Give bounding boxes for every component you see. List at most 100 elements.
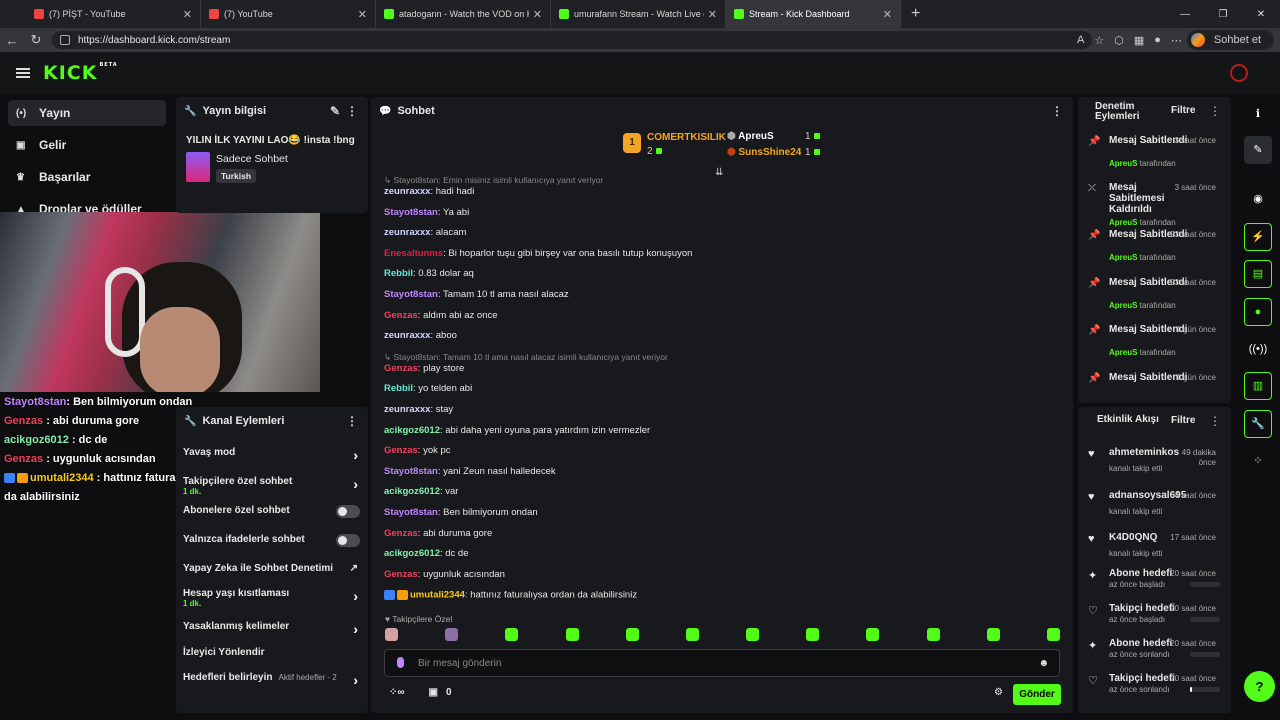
- mod-action-user[interactable]: ApreuS: [1109, 348, 1137, 357]
- chat-icon[interactable]: ●: [1244, 298, 1272, 326]
- more-options-icon[interactable]: ⋮: [1051, 104, 1063, 118]
- emote-icon[interactable]: [445, 628, 459, 641]
- camera-icon[interactable]: ◉: [1244, 185, 1272, 213]
- channel-action-4[interactable]: Yalnızca ifadelerle sohbet: [183, 534, 360, 547]
- chat-username[interactable]: acikgoz6012: [384, 548, 440, 559]
- chat-message[interactable]: acikgoz6012: var: [384, 487, 1064, 508]
- chevron-right-icon[interactable]: ›: [353, 621, 358, 637]
- chat-message[interactable]: Genzas: play store: [384, 363, 1064, 385]
- mod-action-user[interactable]: ApreuS: [1109, 159, 1137, 168]
- channel-action-2[interactable]: Takipçilere özel sohbet 1 dk. ›: [183, 476, 360, 496]
- leaderboard-first-name[interactable]: COMERTKISILIK: [647, 132, 726, 143]
- filter-button[interactable]: Filtre: [1171, 415, 1195, 426]
- tab-close-icon[interactable]: ✕: [708, 8, 717, 21]
- more-options-icon[interactable]: ⋮: [1209, 104, 1221, 118]
- new-tab-button[interactable]: +: [911, 5, 920, 23]
- tab-close-icon[interactable]: ✕: [883, 8, 892, 21]
- emote-icon[interactable]: [505, 628, 519, 641]
- chat-message[interactable]: zeunraxxx: aboo: [384, 331, 1064, 352]
- chat-username[interactable]: zeunraxxx: [384, 404, 430, 415]
- browser-tab[interactable]: umurafann Stream - Watch Live on ✕: [551, 0, 726, 28]
- toggle-switch[interactable]: [336, 505, 360, 518]
- channel-action-3[interactable]: Abonelere özel sohbet: [183, 505, 360, 518]
- leaderboard-second-name[interactable]: ApreuS: [738, 131, 774, 142]
- browser-tab[interactable]: Stream - Kick Dashboard ✕: [726, 0, 901, 28]
- emote-icon[interactable]: [746, 628, 760, 641]
- menu-icon[interactable]: [16, 68, 30, 78]
- channel-action-5[interactable]: Yapay Zeka ile Sohbet Denetimi ↗: [183, 563, 360, 574]
- chat-message[interactable]: Stayot8stan: Ben bilmiyorum ondan: [384, 507, 1064, 529]
- info-icon[interactable]: ℹ: [1244, 100, 1272, 128]
- close-window-icon[interactable]: ✕: [1242, 9, 1280, 20]
- chat-message[interactable]: acikgoz6012: dc de: [384, 549, 1064, 570]
- points-icon[interactable]: ⁘∞: [389, 687, 405, 698]
- browser-tab[interactable]: (7) YouTube ✕: [201, 0, 376, 28]
- browser-tab[interactable]: (7) PİŞT - YouTube ✕: [26, 0, 201, 28]
- tab-close-icon[interactable]: ✕: [533, 8, 542, 21]
- profile-icon[interactable]: ●: [1154, 34, 1161, 46]
- toggle-switch[interactable]: [336, 534, 360, 547]
- chat-message[interactable]: Stayot8stan: yani Zeun nasıl halledecek: [384, 466, 1064, 488]
- chevron-right-icon[interactable]: ›: [353, 476, 358, 492]
- document-icon[interactable]: ▤: [1244, 260, 1272, 288]
- emoji-icon[interactable]: ☻: [1038, 658, 1049, 669]
- emote-icon[interactable]: [685, 628, 699, 641]
- more-options-icon[interactable]: ⋮: [346, 414, 358, 428]
- chat-username[interactable]: Rebbil: [384, 383, 413, 394]
- read-aloud-icon[interactable]: A: [1077, 34, 1084, 46]
- chevron-right-icon[interactable]: ›: [353, 672, 358, 688]
- chat-username[interactable]: umutali2344: [410, 590, 465, 601]
- back-icon[interactable]: ←: [0, 33, 24, 48]
- tab-close-icon[interactable]: ✕: [358, 8, 367, 21]
- emote-icon[interactable]: [625, 628, 639, 641]
- more-options-icon[interactable]: ⋮: [346, 104, 358, 118]
- emote-icon[interactable]: [986, 628, 1000, 641]
- chat-username[interactable]: Rebbil: [384, 268, 413, 279]
- chat-username[interactable]: Stayot8stan: [384, 507, 438, 518]
- chat-username[interactable]: acikgoz6012: [384, 486, 440, 497]
- minimize-icon[interactable]: —: [1166, 9, 1204, 20]
- chat-username[interactable]: Stayot8stan: [384, 289, 438, 300]
- copilot-chat-button[interactable]: Sohbet et: [1186, 30, 1274, 50]
- chat-message[interactable]: Genzas: uygunluk acısından: [384, 569, 1064, 591]
- filter-button[interactable]: Filtre: [1171, 105, 1195, 116]
- maximize-icon[interactable]: ❐: [1204, 9, 1242, 20]
- emote-icon[interactable]: [806, 628, 820, 641]
- apps-icon[interactable]: ⁘: [1244, 447, 1272, 475]
- mod-action-user[interactable]: ApreuS: [1109, 301, 1137, 310]
- external-link-icon[interactable]: ↗: [350, 563, 358, 574]
- chat-username[interactable]: Genzas: [384, 528, 418, 539]
- emote-icon[interactable]: [565, 628, 579, 641]
- kick-logo[interactable]: KICK BETA: [43, 62, 118, 84]
- channel-action-8[interactable]: İzleyici Yönlendir: [183, 647, 360, 658]
- chat-username[interactable]: Genzas: [384, 310, 418, 321]
- chat-message[interactable]: Rebbil: yo telden abi: [384, 384, 1064, 405]
- edit-icon[interactable]: ✎: [1244, 136, 1272, 164]
- chat-username[interactable]: zeunraxxx: [384, 227, 430, 238]
- chat-message[interactable]: zeunraxxx: alacam: [384, 228, 1064, 249]
- emote-icon[interactable]: [926, 628, 940, 641]
- layout-icon[interactable]: ▥: [1244, 372, 1272, 400]
- chat-username[interactable]: Stayot8stan: [384, 466, 438, 477]
- microphone-icon[interactable]: [397, 657, 404, 668]
- collections-icon[interactable]: ▦: [1134, 34, 1144, 47]
- chat-message[interactable]: zeunraxxx: hadi hadi: [384, 187, 1064, 208]
- mod-action-user[interactable]: ApreuS: [1109, 218, 1137, 227]
- chat-message[interactable]: Genzas: yok pc: [384, 446, 1064, 467]
- send-button[interactable]: Gönder: [1013, 684, 1061, 705]
- store-icon[interactable]: ▣: [429, 687, 438, 698]
- support-icon[interactable]: ?: [1244, 671, 1275, 702]
- chat-username[interactable]: Stayot8stan: [384, 207, 438, 218]
- chat-username[interactable]: Genzas: [384, 569, 418, 580]
- chat-input[interactable]: Bir mesaj gönderin ☻: [384, 649, 1060, 677]
- chevron-right-icon[interactable]: ›: [353, 447, 358, 463]
- chat-settings-icon[interactable]: ⚙: [994, 687, 1003, 698]
- sidebar-item-2[interactable]: ▣ Gelir: [8, 132, 166, 158]
- chat-message[interactable]: Genzas: aldım abi az once: [384, 310, 1064, 332]
- extensions-icon[interactable]: ⬡: [1114, 34, 1124, 47]
- chat-message[interactable]: acikgoz6012: abi daha yeni oyuna para ya…: [384, 425, 1064, 447]
- channel-action-7[interactable]: Yasaklanmış kelimeler ›: [183, 621, 360, 637]
- tab-close-icon[interactable]: ✕: [183, 8, 192, 21]
- channel-action-6[interactable]: Hesap yaşı kısıtlaması 1 dk. ›: [183, 588, 360, 608]
- mod-action-user[interactable]: ApreuS: [1109, 253, 1137, 262]
